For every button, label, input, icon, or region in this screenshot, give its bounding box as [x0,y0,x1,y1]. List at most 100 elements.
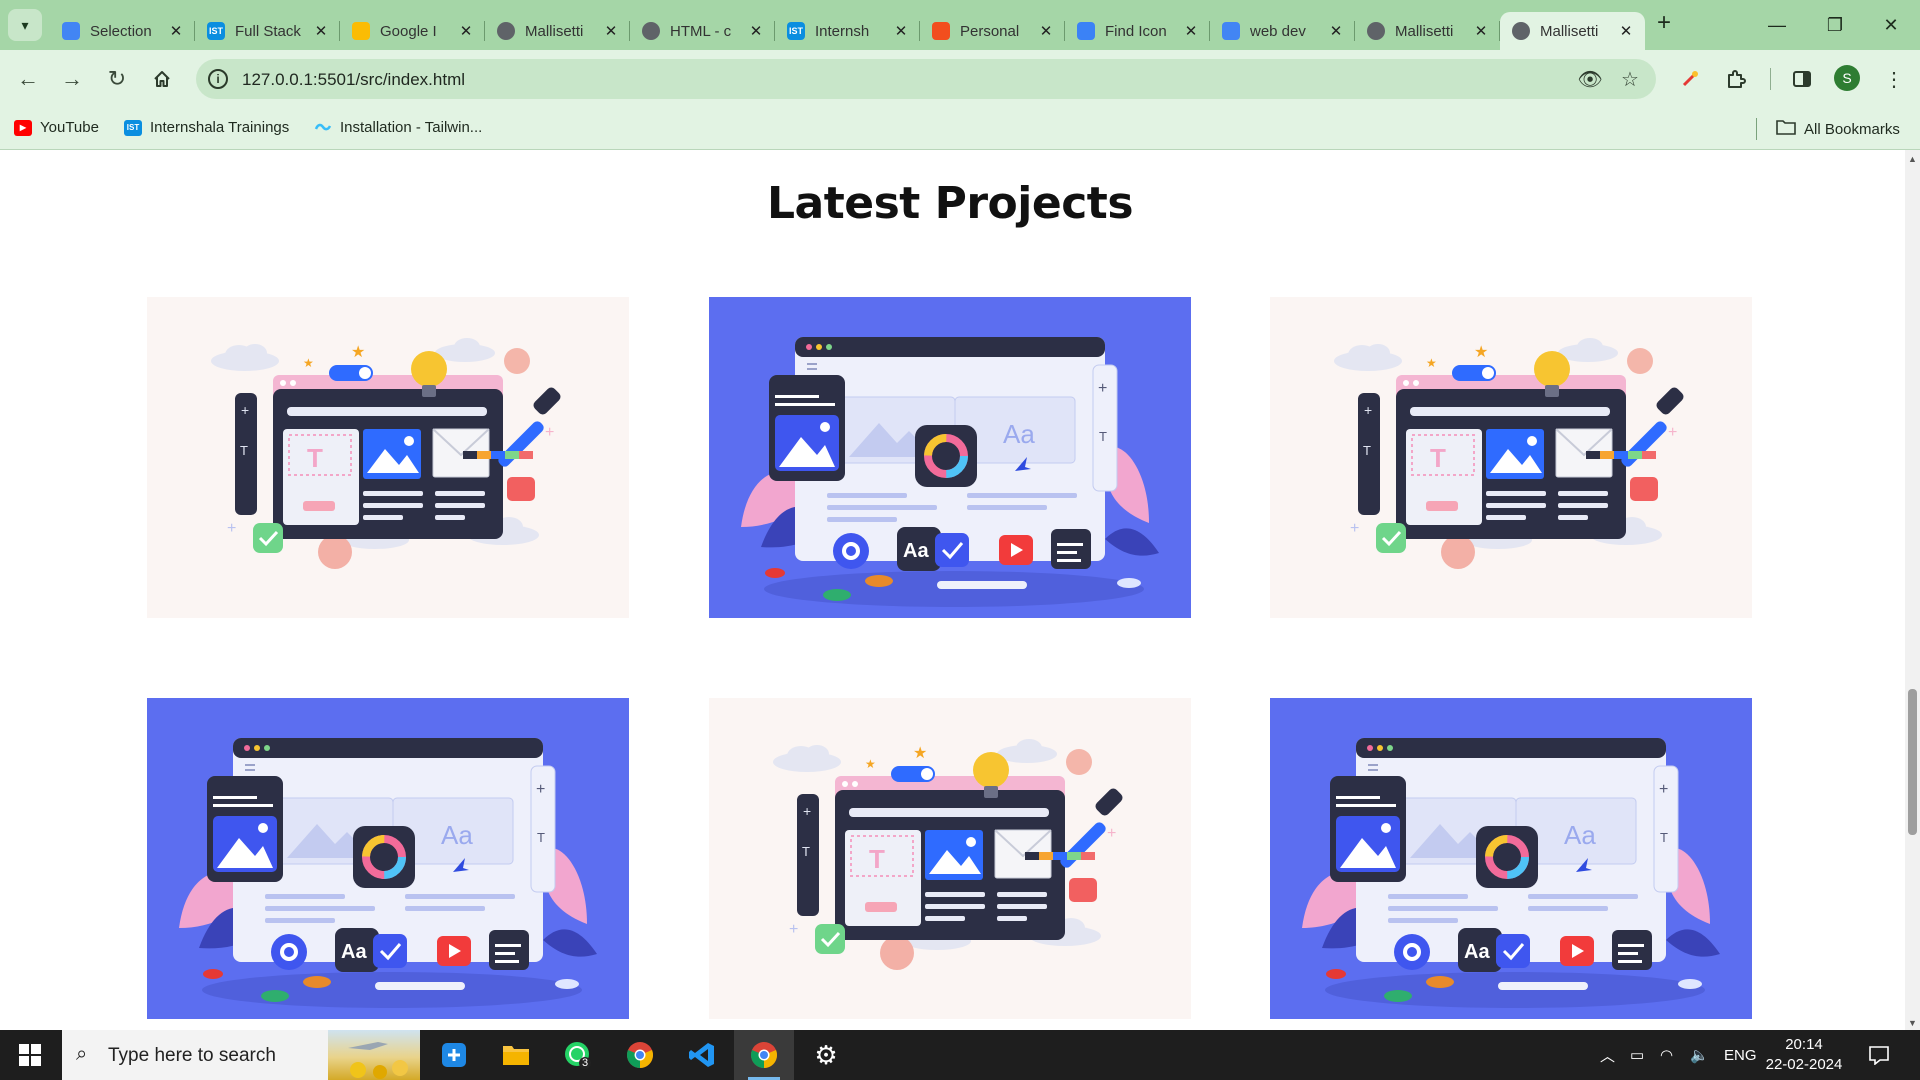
google-icon [1222,22,1240,40]
browser-tab[interactable]: Selection ✕ [50,12,195,50]
close-icon: ✕ [1883,14,1899,35]
clock-time: 20:14 [1785,1036,1823,1053]
address-url[interactable]: 127.0.0.1:5501/src/index.html [242,70,465,90]
taskbar-app-edge-app[interactable] [424,1030,484,1080]
tab-title: Mallisetti [1540,22,1599,40]
browser-tab[interactable]: HTML - c ✕ [630,12,775,50]
wifi-icon[interactable]: ◠ [1660,1030,1673,1080]
all-bookmarks-button[interactable]: All Bookmarks [1776,119,1900,139]
close-tab-icon[interactable]: ✕ [1182,22,1200,40]
new-tab-button[interactable]: + [1650,10,1678,38]
notifications-icon[interactable] [1868,1030,1890,1080]
more-menu-icon[interactable]: ⋮ [1878,63,1910,95]
project-card[interactable]: ★ ★ + T T + + [709,698,1191,1019]
restore-button[interactable]: ❐ [1806,0,1864,50]
battery-icon[interactable]: ▭ [1630,1030,1644,1080]
taskbar-settings[interactable]: ⚙ [796,1030,856,1080]
project-card[interactable]: Aa + T Aa [1270,698,1752,1019]
taskbar-vscode[interactable] [672,1030,732,1080]
check-badge-icon [1376,523,1406,553]
browser-tab[interactable]: web dev ✕ [1210,12,1355,50]
side-panel-icon[interactable] [1786,63,1818,95]
taskbar-search[interactable]: ⌕ Type here to search [62,1030,420,1080]
search-icon: ⌕ [76,1043,88,1065]
font-preview-glyph: Aa [1003,419,1035,449]
section-heading: Latest Projects [766,178,1134,229]
close-window-button[interactable]: ✕ [1862,0,1920,50]
close-tab-icon[interactable]: ✕ [892,22,910,40]
back-button[interactable]: ← [12,63,44,95]
tab-search-button[interactable]: ▾ [8,9,42,41]
address-bar[interactable]: i 127.0.0.1:5501/src/index.html 👁 ☆ [196,59,1656,99]
bookmark-label: YouTube [40,119,99,136]
browser-tab[interactable]: Find Icon ✕ [1065,12,1210,50]
scroll-down-arrow-icon[interactable]: ▼ [1908,1018,1917,1028]
browser-tab[interactable]: Google I ✕ [340,12,485,50]
extensions-puzzle-icon[interactable] [1720,63,1752,95]
scroll-thumb[interactable] [1908,689,1917,835]
clock[interactable]: 20:14 22-02-2024 [1764,1035,1844,1075]
browser-tab[interactable]: Mallisetti ✕ [1355,12,1500,50]
taskbar-file-explorer[interactable] [486,1030,546,1080]
gear-icon [1394,934,1430,970]
browser-tab[interactable]: Mallisetti ✕ [485,12,630,50]
taskbar-chrome-profile[interactable] [610,1030,670,1080]
tab-title: Selection [90,22,152,40]
project-card[interactable]: Aa + T Aa [147,698,629,1019]
globe-icon [1367,22,1385,40]
close-tab-icon[interactable]: ✕ [1472,22,1490,40]
language-indicator[interactable]: ENG [1724,1030,1757,1080]
browser-tab[interactable]: IST Full Stack ✕ [195,12,340,50]
browser-tab[interactable]: IST Internsh ✕ [775,12,920,50]
tailwind-icon [314,120,332,136]
project-card[interactable]: ★ ★ + T T + + [147,297,629,618]
home-icon [154,71,170,87]
star-icon[interactable]: ☆ [1618,67,1642,91]
close-tab-icon[interactable]: ✕ [312,22,330,40]
browser-tab[interactable]: Personal ✕ [920,12,1065,50]
browser-tab[interactable]: Mallisetti ✕ [1500,12,1645,50]
project-illustration: ★ ★ + T T + + [773,739,1123,970]
page-scrollbar[interactable]: ▲ ▼ [1905,150,1920,1030]
profile-avatar[interactable]: S [1834,65,1860,91]
tab-list: Selection ✕ IST Full Stack ✕ Google I ✕ Mallise… [50,6,1645,50]
site-info-icon[interactable]: i [208,69,228,89]
taskbar-chrome-active[interactable] [734,1030,794,1080]
svg-text:Aa: Aa [1464,941,1490,963]
close-tab-icon[interactable]: ✕ [747,22,765,40]
project-card[interactable]: Aa + T Aa [709,297,1191,618]
tab-title: Internsh [815,22,870,40]
star-icon: ★ [865,757,876,771]
close-tab-icon[interactable]: ✕ [602,22,620,40]
svg-text:+: + [545,424,554,441]
check-badge-icon [253,523,283,553]
project-card[interactable]: ★ ★ + T T + + [1270,297,1752,618]
play-button-icon [1560,936,1594,966]
taskbar-whatsapp[interactable]: 3 [548,1030,608,1080]
svg-text:T: T [1660,830,1668,845]
close-tab-icon[interactable]: ✕ [1037,22,1055,40]
bookmark-tailwind[interactable]: Installation - Tailwin... [314,119,482,136]
multicolor-grid-icon [62,22,80,40]
tab-title: HTML - c [670,22,732,40]
minimize-button[interactable]: — [1748,0,1806,50]
project-illustration: Aa + T Aa [1302,738,1720,1008]
svg-text:+: + [1659,781,1668,798]
eye-icon[interactable]: 👁 [1577,67,1602,91]
close-tab-icon[interactable]: ✕ [167,22,185,40]
home-button[interactable] [146,63,178,95]
bookmark-internshala[interactable]: IST Internshala Trainings [124,119,289,136]
bookmark-youtube[interactable]: ▶ YouTube [14,119,99,136]
scroll-up-arrow-icon[interactable]: ▲ [1908,154,1917,164]
bookmark-label: Internshala Trainings [150,119,290,136]
show-hidden-icons[interactable]: ︿ [1600,1030,1615,1080]
volume-icon[interactable]: 🔈 [1690,1030,1709,1080]
close-tab-icon[interactable]: ✕ [1327,22,1345,40]
close-tab-icon[interactable]: ✕ [1617,22,1635,40]
globe-icon [497,22,515,40]
start-button[interactable] [0,1030,60,1080]
color-picker-extension-icon[interactable] [1674,63,1706,95]
reload-button[interactable]: ↻ [101,63,133,95]
forward-button[interactable]: → [56,63,88,95]
close-tab-icon[interactable]: ✕ [457,22,475,40]
